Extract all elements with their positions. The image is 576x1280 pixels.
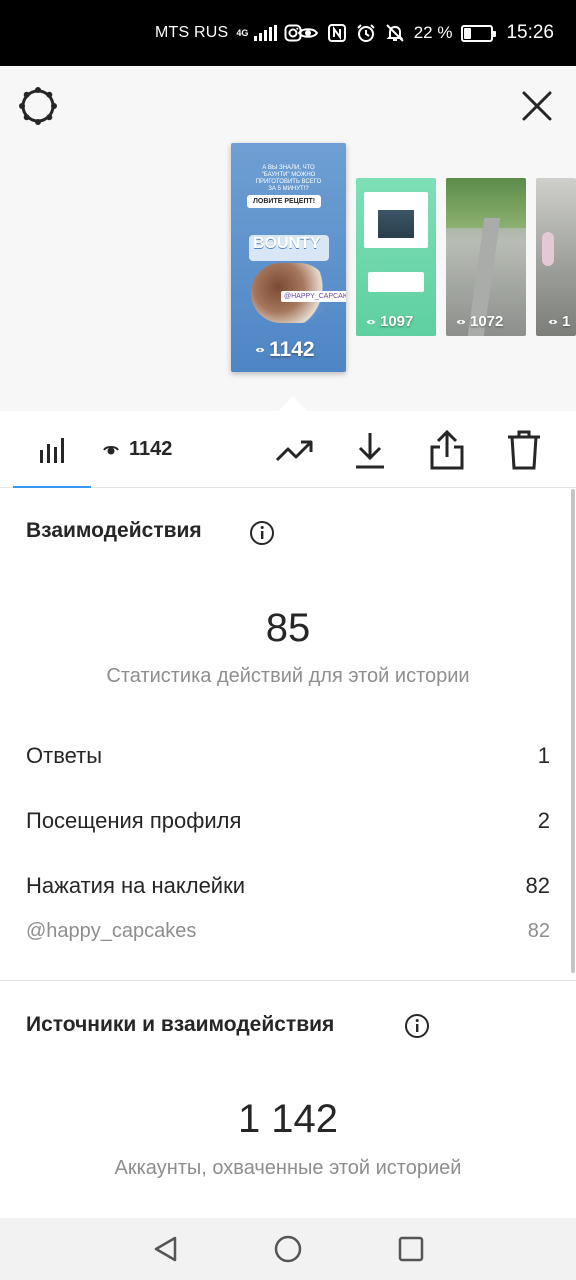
eye-icon bbox=[366, 319, 376, 324]
eye-icon bbox=[255, 347, 265, 353]
bell-off-icon bbox=[385, 23, 405, 43]
close-button[interactable] bbox=[515, 84, 559, 128]
nfc-icon bbox=[327, 23, 347, 43]
stat-row-sticker-taps: Нажатия на наклейки 82 bbox=[26, 873, 550, 899]
eye-icon bbox=[456, 319, 466, 324]
eye-icon bbox=[103, 445, 119, 454]
settings-button[interactable] bbox=[16, 84, 60, 128]
battery-icon bbox=[461, 24, 497, 42]
status-bar: MTS RUS 4G 22 % 15:26 bbox=[0, 0, 576, 66]
story-views-count: 1097 bbox=[380, 313, 414, 330]
stat-row-profile-visits: Посещения профиля 2 bbox=[26, 808, 550, 834]
alarm-icon bbox=[356, 23, 376, 43]
story-brand-label: BOUNTY bbox=[249, 235, 329, 261]
battery-percent: 22 % bbox=[413, 23, 453, 42]
tab-statistics[interactable] bbox=[13, 411, 91, 488]
carrier-label: MTS RUS bbox=[155, 24, 229, 41]
accounts-reached-subtitle: Аккаунты, охваченные этой историей bbox=[114, 1157, 462, 1179]
stories-header: А ВЫ ЗНАЛИ, ЧТО "БАУНТИ" МОЖНО ПРИГОТОВИ… bbox=[0, 66, 576, 411]
stat-value: 2 bbox=[537, 808, 550, 833]
story-question-sticker bbox=[368, 272, 424, 292]
stat-sub-label: @happy_capcakes bbox=[26, 920, 197, 942]
eye-icon bbox=[297, 23, 318, 43]
sources-title: Источники и взаимодействия bbox=[26, 1013, 335, 1036]
story-thumbnail[interactable]: 1 bbox=[536, 178, 576, 336]
signal-icon bbox=[254, 25, 278, 41]
stats-content: Взаимодействия 85 Статистика действий дл… bbox=[0, 489, 576, 1215]
selected-caret bbox=[279, 396, 307, 411]
home-icon[interactable] bbox=[273, 1234, 303, 1264]
story-thumbnail-selected[interactable]: А ВЫ ЗНАЛИ, ЧТО "БАУНТИ" МОЖНО ПРИГОТОВИ… bbox=[231, 143, 346, 372]
stat-row-replies: Ответы 1 bbox=[26, 743, 550, 769]
stat-sub-value: 82 bbox=[527, 920, 550, 942]
story-thumbnail[interactable]: 1072 bbox=[446, 178, 526, 336]
download-icon bbox=[356, 433, 384, 469]
recents-icon[interactable] bbox=[396, 1234, 426, 1264]
interactions-subtitle: Статистика действий для этой истории bbox=[106, 665, 470, 687]
stat-value: 1 bbox=[537, 743, 550, 768]
stat-label: Нажатия на наклейки bbox=[26, 873, 246, 898]
stat-label: Ответы bbox=[26, 743, 103, 768]
gear-icon bbox=[19, 87, 57, 125]
bar-chart-icon bbox=[40, 437, 64, 463]
story-views-count: 1142 bbox=[269, 338, 315, 361]
delete-button[interactable] bbox=[502, 428, 546, 472]
clock: 15:26 bbox=[506, 22, 554, 43]
insights-button[interactable] bbox=[273, 428, 317, 472]
accounts-reached-total: 1 142 bbox=[237, 1097, 339, 1141]
stat-row-mention: @happy_capcakes 82 bbox=[26, 920, 550, 943]
interactions-title: Взаимодействия bbox=[26, 519, 202, 542]
info-icon[interactable] bbox=[249, 520, 275, 546]
story-mention-sticker: @HAPPY_CAPCAKES bbox=[281, 291, 346, 302]
trash-icon bbox=[508, 430, 540, 470]
share-icon bbox=[430, 429, 464, 470]
story-views-count: 1 bbox=[562, 313, 571, 330]
download-button[interactable] bbox=[348, 428, 392, 472]
story-views-badge: 1 bbox=[548, 313, 570, 330]
views-count-tab[interactable]: 1142 bbox=[103, 411, 172, 488]
story-child-image bbox=[542, 232, 554, 266]
system-navigation-bar bbox=[0, 1218, 576, 1280]
stat-value: 82 bbox=[525, 873, 550, 898]
interactions-total: 85 bbox=[265, 606, 311, 650]
back-icon[interactable] bbox=[151, 1234, 181, 1264]
trending-icon bbox=[275, 440, 313, 462]
share-button[interactable] bbox=[425, 428, 469, 472]
status-left: MTS RUS 4G bbox=[155, 0, 303, 66]
story-views-badge: 1097 bbox=[366, 313, 413, 330]
scrollbar[interactable] bbox=[571, 489, 575, 973]
story-views-badge: 1072 bbox=[456, 313, 503, 330]
close-icon bbox=[522, 91, 552, 121]
story-toolbar: 1142 bbox=[0, 411, 576, 488]
story-sticker: ЛОВИТЕ РЕЦЕПТ! bbox=[247, 195, 322, 208]
stat-label: Посещения профиля bbox=[26, 808, 242, 833]
active-tab-indicator bbox=[13, 486, 91, 488]
info-icon[interactable] bbox=[404, 1013, 430, 1039]
story-thumbnail[interactable]: 1097 bbox=[356, 178, 436, 336]
story-caption: А ВЫ ЗНАЛИ, ЧТО "БАУНТИ" МОЖНО ПРИГОТОВИ… bbox=[255, 165, 322, 192]
story-post-card bbox=[364, 192, 428, 248]
story-views-count: 1072 bbox=[470, 313, 504, 330]
status-right: 22 % 15:26 bbox=[297, 0, 554, 66]
views-count: 1142 bbox=[129, 438, 173, 460]
network-type: 4G bbox=[236, 27, 249, 38]
story-views-badge: 1142 bbox=[255, 338, 315, 362]
eye-icon bbox=[548, 319, 558, 324]
section-divider bbox=[0, 980, 576, 981]
